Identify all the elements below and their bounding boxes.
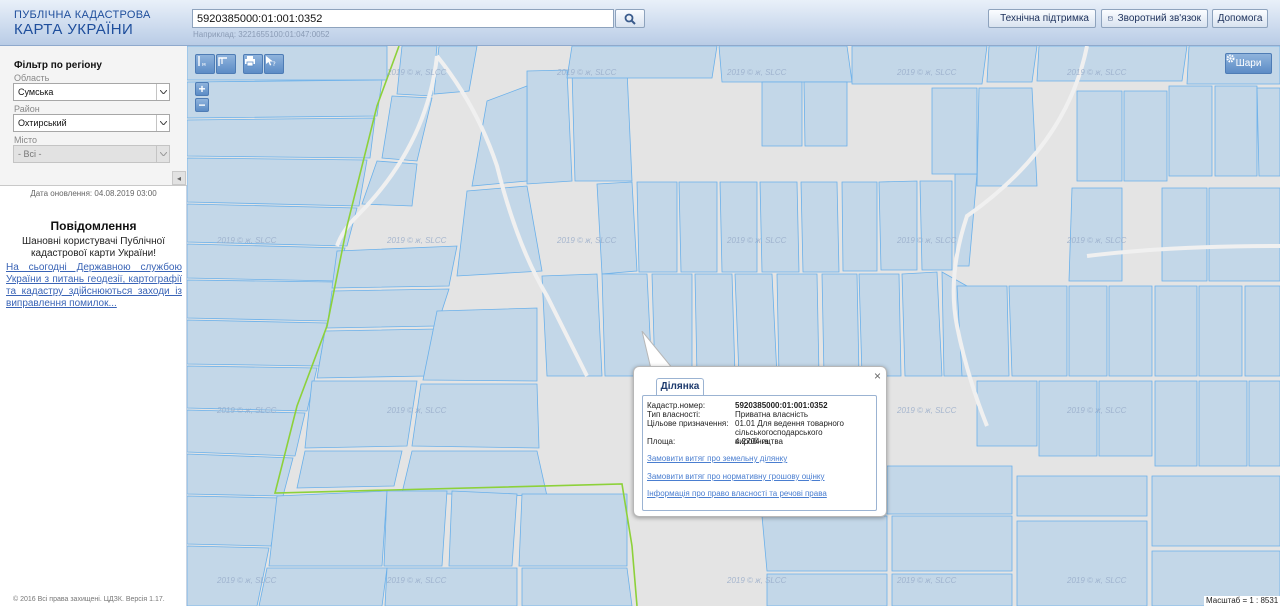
map-watermark: 2019 © ж, SLCC [387, 68, 447, 77]
header-bar: ПУБЛІЧНА КАДАСТРОВА КАРТА УКРАЇНИ Наприк… [0, 0, 1280, 46]
search-button[interactable] [615, 9, 645, 28]
news-title: Повідомлення [50, 219, 137, 233]
gear-icon [1226, 54, 1235, 63]
map-watermark: 2019 © ж, SLCC [727, 236, 787, 245]
popup-body: Кадастр.номер: 5920385000:01:001:0352 Тип… [642, 395, 877, 511]
info-key: Площа: [647, 437, 676, 446]
map-watermark: 2019 © ж, SLCC [727, 68, 787, 77]
collapse-sidebar-button[interactable]: ◂ [172, 171, 186, 185]
info-key: Тип власності: [647, 410, 701, 419]
zoom-in-button[interactable]: + [195, 82, 209, 96]
info-row-cadastral-number: Кадастр.номер: 5920385000:01:001:0352 [647, 401, 865, 410]
logo-line-2: КАРТА УКРАЇНИ [14, 21, 134, 38]
layers-button[interactable]: Шари [1225, 53, 1272, 74]
search-input[interactable] [192, 9, 614, 28]
info-key: Цільове призначення: [647, 419, 729, 428]
map-watermark: 2019 © ж, SLCC [1067, 576, 1127, 585]
help-label: Допомога [1217, 13, 1263, 24]
ruler-icon: м [198, 56, 206, 67]
search-icon [624, 13, 636, 25]
cadastral-map[interactable]: 2019 © ж, SLCC 2019 © ж, SLCC 2019 © ж, … [187, 46, 1280, 606]
city-label: Місто [14, 135, 38, 145]
map-watermark: 2019 © ж, SLCC [897, 406, 957, 415]
info-key: Кадастр.номер: [647, 401, 706, 410]
district-select[interactable]: Охтирський [13, 114, 170, 132]
info-value: 5920385000:01:001:0352 [735, 401, 828, 410]
district-label: Район [14, 104, 40, 114]
chevron-down-icon [156, 146, 169, 162]
pointer-question-icon: ? [266, 56, 276, 67]
map-watermark: 2019 © ж, SLCC [217, 576, 277, 585]
feedback-label: Зворотний зв'язок [1117, 13, 1201, 24]
measure-length-button[interactable]: м [195, 54, 215, 74]
measure-area-button[interactable] [216, 54, 236, 74]
map-watermark: 2019 © ж, SLCC [557, 236, 617, 245]
search-hint: Наприклад: 3221655100:01:047:0052 [193, 30, 330, 39]
map-watermark: 2019 © ж, SLCC [727, 576, 787, 585]
order-parcel-extract-link[interactable]: Замовити витяг про земельну ділянку [647, 454, 787, 463]
news-text: Шановні користувачі Публічної кадастрово… [22, 236, 165, 259]
map-watermark: 2019 © ж, SLCC [1067, 406, 1127, 415]
sidebar: Фільтр по регіону Область Сумська Район … [0, 46, 187, 606]
map-scale: Масштаб = 1 : 8531 [1204, 596, 1280, 606]
print-button[interactable] [243, 54, 263, 74]
map-watermark: 2019 © ж, SLCC [897, 236, 957, 245]
svg-text:м: м [202, 62, 206, 67]
help-button[interactable]: Допомога [1212, 9, 1268, 28]
region-filter-panel: Фільтр по регіону Область Сумська Район … [0, 46, 187, 186]
tab-parcel[interactable]: Ділянка [656, 378, 704, 395]
info-row-ownership: Тип власності: Приватна власність [647, 410, 865, 419]
tech-support-label: Технічна підтримка [1000, 13, 1089, 24]
info-row-area: Площа: 4.2704 га [647, 437, 865, 446]
layers-label: Шари [1235, 58, 1262, 69]
chevron-down-icon [156, 115, 169, 131]
svg-text:?: ? [273, 61, 276, 67]
chevron-left-icon: ◂ [176, 173, 181, 183]
popup-pointer [641, 331, 675, 370]
map-watermark: 2019 © ж, SLCC [557, 68, 617, 77]
copyright: © 2016 Всі права захищені. ЦДЗК. Версія … [13, 596, 165, 603]
district-value: Охтирський [18, 118, 67, 128]
printer-icon [245, 56, 255, 67]
feedback-button[interactable]: Зворотний зв'язок [1101, 9, 1208, 28]
order-valuation-extract-link[interactable]: Замовити витяг про нормативну грошову оц… [647, 472, 825, 481]
parcel-info-popup: × Ділянка Кадастр.номер: 5920385000:01:00… [633, 366, 887, 517]
map-watermark: 2019 © ж, SLCC [387, 406, 447, 415]
city-select[interactable]: - Всі - [13, 145, 170, 163]
map-watermark: 2019 © ж, SLCC [217, 406, 277, 415]
envelope-icon [1108, 16, 1113, 21]
map-watermark: 2019 © ж, SLCC [387, 576, 447, 585]
map-parcels [187, 46, 1280, 606]
map-watermark: 2019 © ж, SLCC [217, 236, 277, 245]
filter-title: Фільтр по регіону [14, 60, 102, 71]
info-value: Приватна власність [735, 410, 809, 419]
info-value: 4.2704 га [735, 437, 769, 446]
news-link[interactable]: На сьогодні Державною службою України з … [6, 262, 182, 310]
region-label: Область [14, 73, 50, 83]
map-watermark: 2019 © ж, SLCC [897, 576, 957, 585]
map-watermark: 2019 © ж, SLCC [897, 68, 957, 77]
tech-support-button[interactable]: Технічна підтримка [988, 9, 1096, 28]
map-watermark: 2019 © ж, SLCC [387, 236, 447, 245]
area-icon [218, 57, 227, 66]
zoom-out-button[interactable]: − [195, 98, 209, 112]
ownership-info-link[interactable]: Інформація про право власності та речові… [647, 489, 827, 498]
region-select[interactable]: Сумська [13, 83, 170, 101]
update-date: Дата оновлення: 04.08.2019 03:00 [30, 189, 157, 198]
map-watermark: 2019 © ж, SLCC [1067, 68, 1127, 77]
chevron-down-icon [156, 84, 169, 100]
logo-line-1: ПУБЛІЧНА КАДАСТРОВА [14, 9, 151, 21]
city-value: - Всі - [18, 149, 42, 159]
region-value: Сумська [18, 87, 54, 97]
identify-button[interactable]: ? [264, 54, 284, 74]
app-logo[interactable]: ПУБЛІЧНА КАДАСТРОВА КАРТА УКРАЇНИ [14, 9, 151, 38]
map-watermark: 2019 © ж, SLCC [1067, 236, 1127, 245]
close-icon[interactable]: × [874, 369, 881, 383]
